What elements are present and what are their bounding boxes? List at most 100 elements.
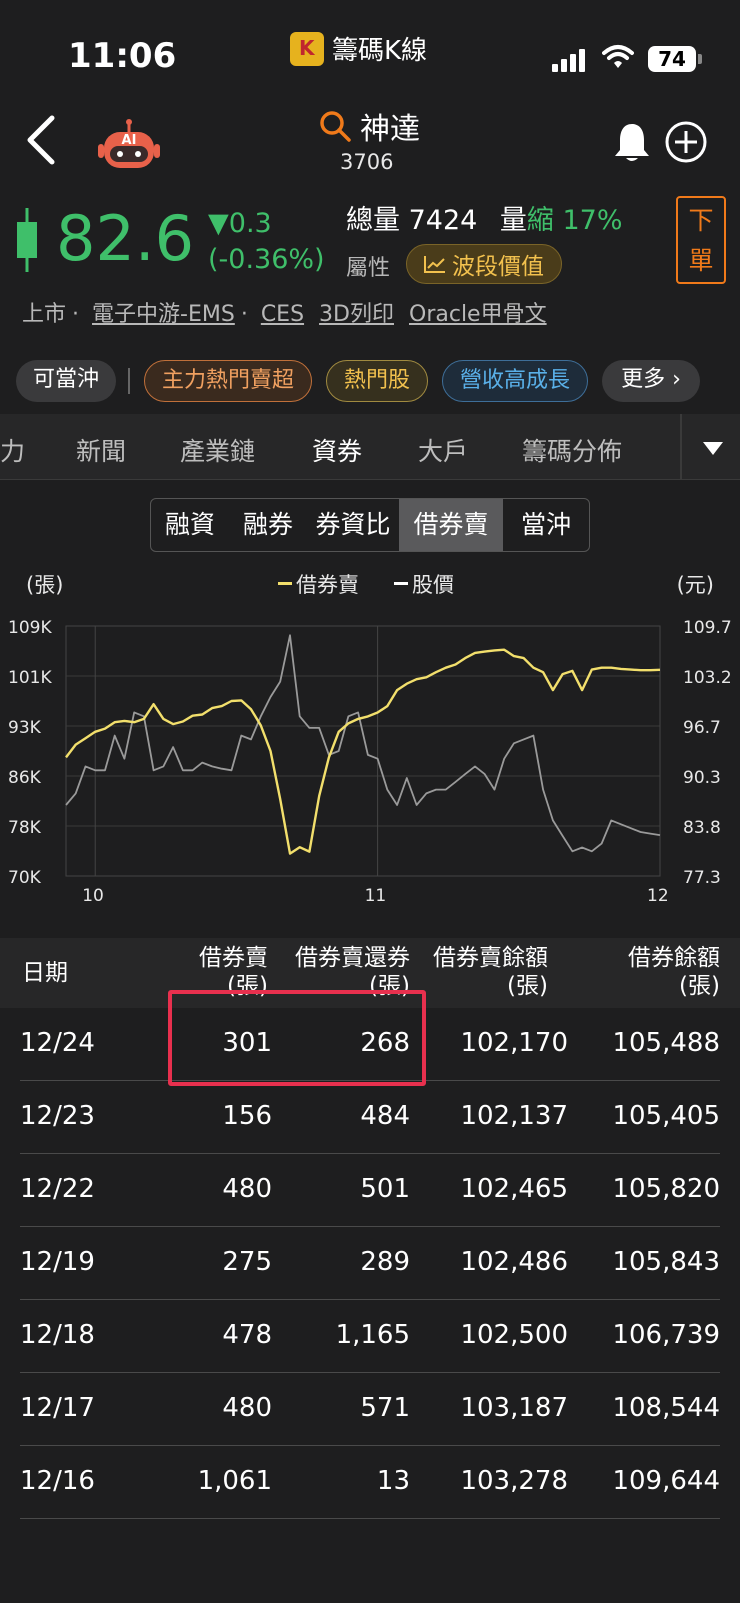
bell-icon[interactable]: [612, 120, 652, 164]
x-tick-label: 10: [82, 886, 104, 906]
tab-dropdown-icon[interactable]: [703, 442, 723, 455]
tab-industry-chain[interactable]: 產業鏈: [180, 432, 255, 468]
subtab-borrow-sell[interactable]: 借券賣: [399, 499, 503, 551]
legend-borrow-sell: 借券賣: [296, 573, 359, 597]
stock-search[interactable]: 神達: [318, 104, 420, 148]
wifi-icon: [602, 45, 634, 68]
margin-subtabs: 融資 融券 券資比 借券賣 當沖: [150, 498, 590, 552]
right-axis-unit: (元): [677, 573, 714, 597]
cell-return: 484: [360, 1101, 410, 1131]
cell-lend-balance: 106,739: [612, 1320, 720, 1350]
cell-sell-balance: 102,500: [460, 1320, 568, 1350]
subtab-margin-buy[interactable]: 融資: [151, 499, 229, 551]
battery-tip: [698, 54, 702, 64]
stock-tags: 上市 · 電子中游-EMS · CES 3D列印 Oracle甲骨文: [22, 302, 547, 327]
ai-robot-icon[interactable]: AI: [96, 118, 162, 172]
left-axis-unit: (張): [26, 573, 63, 597]
subtab-short-sell[interactable]: 融券: [229, 499, 307, 551]
cell-lend-balance: 109,644: [612, 1466, 720, 1496]
attribute-label: 屬性: [346, 256, 391, 281]
tab-main-force[interactable]: 力: [0, 432, 25, 468]
tag-link[interactable]: 3D列印: [319, 302, 394, 327]
tab-divider: [680, 414, 682, 480]
cell-return: 13: [376, 1466, 410, 1496]
tab-news[interactable]: 新聞: [76, 432, 126, 468]
tag-link[interactable]: 電子中游-EMS: [92, 302, 235, 327]
x-tick-label: 12: [647, 886, 669, 906]
candlestick-icon: [17, 208, 37, 272]
market-label: 上市: [22, 302, 67, 327]
stock-price: 82.6: [56, 202, 195, 275]
change-percent: (-0.36%): [208, 244, 325, 275]
chip-day-trade[interactable]: 可當沖: [16, 360, 116, 402]
volume-label: 總量: [346, 205, 400, 236]
feature-chips: 可當沖 主力熱門賣超 熱門股 營收高成長 更多 ›: [16, 360, 736, 402]
cell-date: 12/19: [20, 1247, 95, 1277]
chip-main-force-sell[interactable]: 主力熱門賣超: [144, 360, 312, 402]
header-borrow-sell-balance: 借券賣餘額 (張): [433, 945, 548, 999]
volume-shrink-percent: 17%: [562, 205, 623, 236]
x-axis-ticks: 10 11 12: [82, 886, 668, 906]
table-row[interactable]: 12/17 480 571 103,187 108,544: [20, 1373, 720, 1446]
right-axis-ticks: 109.7 103.2 96.7 90.3 83.8 77.3: [683, 618, 732, 888]
cell-date: 12/16: [20, 1466, 95, 1496]
cell-borrow-sell: 480: [222, 1174, 272, 1204]
cell-sell-balance: 103,278: [460, 1466, 568, 1496]
series-line-borrow-sell: [65, 648, 661, 855]
cell-sell-balance: 102,170: [460, 1028, 568, 1058]
section-tabs: 力 新聞 產業鏈 資券 大戶 籌碼分佈: [0, 414, 740, 480]
tab-chip-distribution[interactable]: 籌碼分佈: [522, 432, 622, 468]
right-tick-label: 103.2: [683, 668, 732, 688]
chip-separator: [128, 368, 130, 394]
tab-major-holders[interactable]: 大戶: [418, 432, 468, 468]
cell-return: 571: [360, 1393, 410, 1423]
chart-series: [65, 634, 661, 855]
right-tick-label: 77.3: [683, 868, 721, 888]
add-watchlist-icon[interactable]: [664, 120, 708, 164]
tag-link[interactable]: CES: [261, 302, 304, 327]
cell-borrow-sell: 1,061: [197, 1466, 272, 1496]
app-logo-icon: K: [290, 31, 324, 66]
cell-lend-balance: 105,820: [612, 1174, 720, 1204]
subtab-short-margin-ratio[interactable]: 券資比: [307, 499, 399, 551]
table-row[interactable]: 12/18 478 1,165 102,500 106,739: [20, 1300, 720, 1373]
app-title: K 籌碼K線: [290, 30, 427, 67]
left-tick-label: 86K: [8, 768, 42, 788]
price-change: ▼0.3 (-0.36%): [208, 206, 325, 278]
chip-revenue-growth[interactable]: 營收高成長: [442, 360, 588, 402]
tab-margin[interactable]: 資券: [312, 432, 362, 468]
table-row[interactable]: 12/23 156 484 102,137 105,405: [20, 1081, 720, 1154]
chip-more[interactable]: 更多 ›: [602, 360, 700, 402]
table-row[interactable]: 12/16 1,061 13 103,278 109,644: [20, 1446, 720, 1519]
status-time: 11:06: [68, 36, 177, 76]
place-order-button[interactable]: 下 單: [676, 196, 726, 284]
tag-link[interactable]: Oracle甲骨文: [409, 302, 547, 327]
wave-value-badge[interactable]: 波段價值: [406, 244, 562, 284]
volume-info: 總量 7424 量縮 17%: [346, 198, 623, 237]
status-bar: 11:06 K 籌碼K線 74: [0, 0, 740, 100]
cell-date: 12/23: [20, 1101, 95, 1131]
right-tick-label: 109.7: [683, 618, 732, 638]
legend-swatch-borrow-sell: [278, 582, 292, 585]
ai-label: AI: [122, 133, 137, 148]
change-value: ▼0.3: [208, 208, 272, 239]
search-icon[interactable]: [318, 109, 352, 143]
table-row[interactable]: 12/22 480 501 102,465 105,820: [20, 1154, 720, 1227]
highlight-annotation-box: [168, 990, 426, 1086]
left-tick-label: 70K: [8, 868, 42, 888]
back-arrow-icon[interactable]: [22, 112, 62, 168]
right-tick-label: 83.8: [683, 818, 721, 838]
cell-borrow-sell: 478: [222, 1320, 272, 1350]
cell-borrow-sell: 275: [222, 1247, 272, 1277]
cell-date: 12/24: [20, 1028, 95, 1058]
header-lending-balance: 借券餘額 (張): [628, 945, 720, 999]
cell-return: 501: [360, 1174, 410, 1204]
cell-lend-balance: 108,544: [612, 1393, 720, 1423]
table-row[interactable]: 12/19 275 289 102,486 105,843: [20, 1227, 720, 1300]
cell-sell-balance: 102,137: [460, 1101, 568, 1131]
subtab-day-trade[interactable]: 當沖: [503, 499, 589, 551]
volume-shrink-word: 縮: [526, 205, 554, 236]
cell-sell-balance: 103,187: [460, 1393, 568, 1423]
cell-lend-balance: 105,488: [612, 1028, 720, 1058]
chip-hot-stock[interactable]: 熱門股: [326, 360, 428, 402]
